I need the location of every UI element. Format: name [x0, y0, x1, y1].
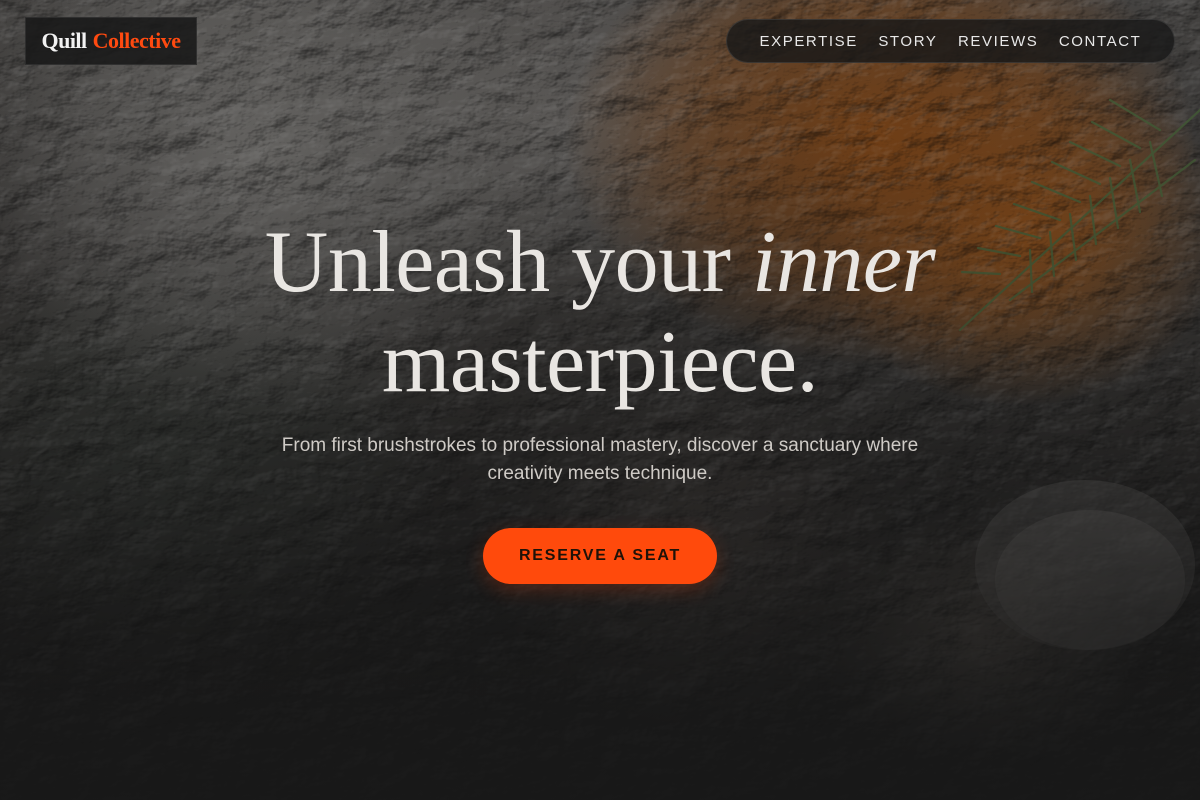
nav-link-expertise[interactable]: EXPERTISE — [760, 33, 858, 50]
headline-emphasis: inner — [751, 214, 936, 311]
hero-section: Quill Collective EXPERTISE STORY REVIEWS … — [0, 0, 1200, 800]
nav-link-contact[interactable]: CONTACT — [1059, 33, 1142, 50]
hero-subtitle: From first brushstrokes to professional … — [281, 435, 919, 484]
brand-name-accent: Collective — [92, 28, 181, 53]
nav-link-story[interactable]: STORY — [878, 33, 937, 50]
brand-name-primary: Quill — [41, 28, 87, 53]
headline-text-1: Unleash your — [264, 214, 731, 311]
reserve-seat-button[interactable]: RESERVE A SEAT — [483, 528, 717, 584]
headline-line-2: masterpiece. — [381, 314, 819, 411]
hero-headline: Unleash your inner masterpiece. — [100, 213, 1100, 413]
nav-link-reviews[interactable]: REVIEWS — [958, 33, 1038, 50]
headline-line-1: Unleash your inner — [100, 213, 1100, 313]
main-nav: EXPERTISE STORY REVIEWS CONTACT — [726, 19, 1175, 63]
brand-logo[interactable]: Quill Collective — [25, 17, 197, 65]
